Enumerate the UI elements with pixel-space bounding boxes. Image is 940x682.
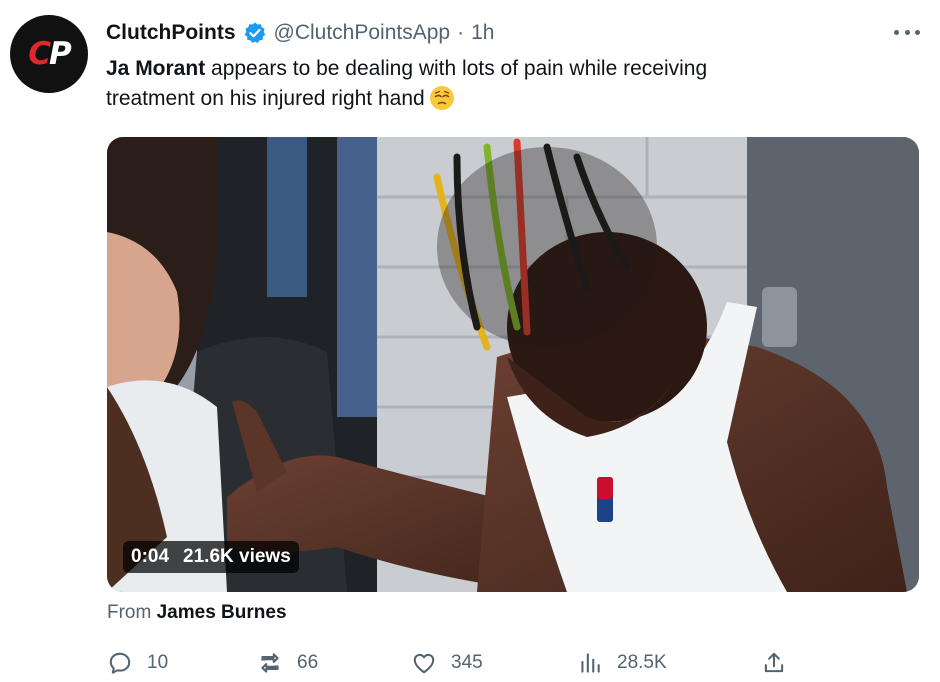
verified-badge-icon [244, 22, 265, 43]
tweet-text-line2: treatment on his injured right hand [106, 87, 425, 110]
video-duration-views-badge: 0:04 21.6K views [123, 541, 299, 573]
share-button[interactable] [761, 650, 787, 676]
avatar[interactable]: CP [10, 15, 88, 93]
views-bar-chart-icon [581, 653, 600, 673]
video-frame [107, 137, 919, 592]
views-count: 28.5K [617, 652, 667, 673]
tweet-header: ClutchPoints @ClutchPointsApp · 1h [106, 18, 860, 48]
share-icon [764, 652, 784, 673]
tweet-text-line-2: treatment on his injured right hand [106, 84, 866, 114]
reply-button[interactable]: 10 [107, 650, 168, 676]
attribution-prefix: From [107, 602, 157, 623]
more-dot [915, 29, 920, 35]
video-duration: 0:04 [131, 546, 170, 567]
more-dot [904, 29, 910, 35]
retweet-button[interactable]: 66 [257, 650, 318, 676]
more-dot [894, 29, 899, 35]
more-options-button[interactable] [894, 22, 920, 42]
display-name[interactable]: ClutchPoints [106, 21, 236, 45]
reply-count: 10 [147, 652, 169, 673]
tweet-text-line-1: Ja Morant appears to be dealing with lot… [106, 54, 866, 84]
retweet-icon [261, 653, 279, 673]
retweet-count: 66 [297, 652, 319, 673]
video-views: 21.6K views [183, 546, 291, 567]
timestamp[interactable]: 1h [471, 21, 494, 45]
reply-icon [109, 652, 131, 674]
attribution-source[interactable]: James Burnes [157, 602, 287, 623]
tweet-text: Ja Morant appears to be dealing with lot… [106, 54, 866, 114]
tweet-text-rest: appears to be dealing with lots of pain … [205, 57, 708, 80]
like-button[interactable]: 345 [411, 650, 483, 676]
video-player[interactable]: 0:04 21.6K views [107, 137, 919, 592]
views-button[interactable]: 28.5K [577, 650, 667, 676]
clutchpoints-logo: CP [28, 35, 71, 72]
tweet-actions: 10 66 345 28.5K [107, 646, 807, 682]
separator-dot: · [457, 21, 465, 44]
heart-icon [413, 653, 435, 674]
video-attribution: From James Burnes [107, 602, 287, 624]
relieved-face-emoji-icon [429, 86, 454, 110]
like-count: 345 [451, 652, 483, 673]
user-handle[interactable]: @ClutchPointsApp [274, 21, 451, 45]
mentioned-name: Ja Morant [106, 57, 206, 80]
